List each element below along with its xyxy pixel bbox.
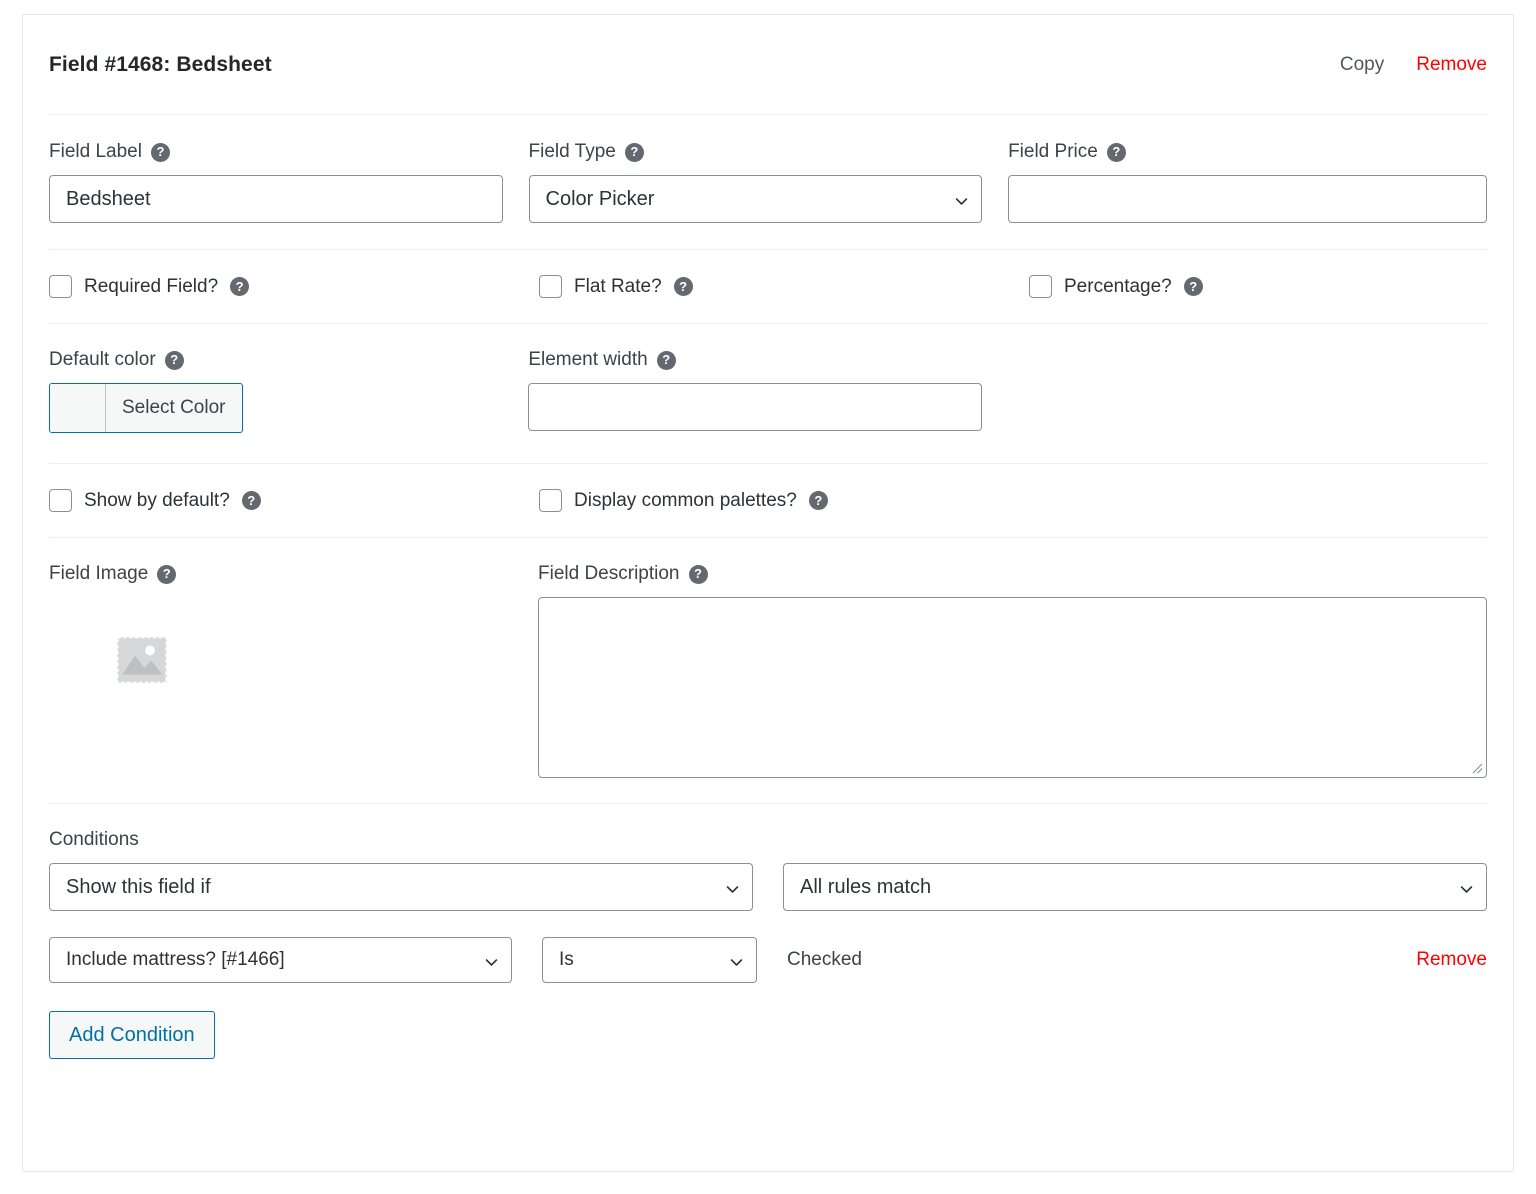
field-settings-card: Field #1468: Bedsheet Copy Remove Field … [22,14,1514,1172]
checkbox-box[interactable] [539,275,562,298]
row-checkboxes-secondary: Show by default? ? Display common palett… [23,464,1513,537]
select-color-label: Select Color [122,397,226,418]
copy-field-link[interactable]: Copy [1340,54,1384,76]
default-color-text: Default color [49,349,156,370]
header-actions: Copy Remove [1340,54,1487,76]
select-color-button[interactable]: Select Color [49,383,243,433]
checkbox-display-common-palettes[interactable]: Display common palettes? ? [539,489,828,512]
field-label-text: Field Label [49,141,142,162]
conditions-top-row: Show this field if All rules match [49,863,1487,911]
help-icon[interactable]: ? [150,142,170,162]
condition-remove-link[interactable]: Remove [1416,949,1487,971]
element-width-text: Element width [528,349,648,370]
element-width-caption: Element width ? [528,349,981,371]
image-placeholder-icon[interactable] [111,636,173,695]
help-icon[interactable]: ? [164,350,184,370]
remove-field-link[interactable]: Remove [1416,54,1487,76]
add-condition-button[interactable]: Add Condition [49,1011,215,1059]
row-media-settings: Field Image ? Field Description ? [23,538,1513,803]
checkbox-label[interactable]: Required Field? [84,276,218,298]
row-color-settings: Default color ? Select Color Element wid… [23,324,1513,463]
help-icon[interactable]: ? [688,564,708,584]
checkbox-box[interactable] [49,489,72,512]
row-checkboxes-primary: Required Field? ? Flat Rate? ? Percentag… [23,250,1513,323]
condition-action-select[interactable]: Show this field if [49,863,753,911]
condition-field-select-wrap: Include mattress? [#1466] [49,937,512,983]
help-icon[interactable]: ? [624,142,644,162]
field-price-group: Field Price ? [1008,141,1487,223]
field-label-caption: Field Label ? [49,141,503,163]
page-title: Field #1468: Bedsheet [49,52,272,76]
default-color-group: Default color ? Select Color [49,349,528,437]
checkbox-box[interactable] [539,489,562,512]
condition-match-select-wrap: All rules match [783,863,1487,911]
field-type-caption: Field Type ? [529,141,983,163]
conditions-section: Conditions Show this field if All rules … [23,804,1513,1059]
help-icon[interactable]: ? [241,491,261,510]
card-header: Field #1468: Bedsheet Copy Remove [23,15,1513,114]
checkbox-label[interactable]: Percentage? [1064,276,1172,298]
condition-value-text: Checked [787,949,862,970]
field-type-select-wrap: Color Picker [528,175,983,223]
help-icon[interactable]: ? [656,350,676,370]
color-swatch[interactable] [50,384,106,432]
condition-action-select-wrap: Show this field if [49,863,753,911]
help-icon[interactable]: ? [1183,277,1203,296]
checkbox-label[interactable]: Display common palettes? [574,490,797,512]
condition-operator-select-wrap: Is [542,937,757,983]
checkbox-label[interactable]: Show by default? [84,490,230,512]
field-description-textarea[interactable] [538,597,1487,778]
default-color-caption: Default color ? [49,349,502,371]
element-width-group: Element width ? [528,349,1007,437]
help-icon[interactable]: ? [157,564,177,584]
conditions-label: Conditions [49,829,139,850]
condition-field-select[interactable]: Include mattress? [#1466] [49,937,512,983]
help-icon[interactable]: ? [673,277,693,296]
field-price-text: Field Price [1008,141,1098,162]
field-label-group: Field Label ? [49,141,529,223]
field-type-text: Field Type [528,141,616,162]
help-icon[interactable]: ? [808,491,828,510]
checkbox-show-by-default[interactable]: Show by default? ? [49,489,539,512]
field-description-text: Field Description [538,563,680,584]
checkbox-flat-rate[interactable]: Flat Rate? ? [539,275,1029,298]
field-label-input[interactable] [49,175,503,223]
checkbox-box[interactable] [1029,275,1052,298]
field-type-group: Field Type ? Color Picker [528,141,1009,223]
condition-operator-select[interactable]: Is [542,937,757,983]
checkbox-box[interactable] [49,275,72,298]
field-image-caption: Field Image ? [49,563,512,585]
checkbox-percentage[interactable]: Percentage? ? [1029,275,1203,298]
row-basic-settings: Field Label ? Field Type ? Color Picker [23,115,1513,249]
field-type-select[interactable]: Color Picker [528,175,983,223]
field-price-input[interactable] [1008,175,1487,223]
field-description-area [538,597,1487,778]
field-image-group: Field Image ? [49,563,538,778]
condition-rule-row: Include mattress? [#1466] Is Checked Rem… [49,937,1487,983]
checkbox-label[interactable]: Flat Rate? [574,276,662,298]
checkbox-required-field[interactable]: Required Field? ? [49,275,539,298]
field-image-text: Field Image [49,563,149,584]
element-width-input[interactable] [528,383,982,431]
field-image-slot [49,597,512,696]
field-description-caption: Field Description ? [538,563,1487,585]
help-icon[interactable]: ? [230,277,250,296]
field-description-group: Field Description ? [538,563,1487,778]
field-editor-page: Field #1468: Bedsheet Copy Remove Field … [0,0,1536,1194]
field-price-caption: Field Price ? [1008,141,1487,163]
help-icon[interactable]: ? [1106,142,1126,162]
condition-match-select[interactable]: All rules match [783,863,1487,911]
